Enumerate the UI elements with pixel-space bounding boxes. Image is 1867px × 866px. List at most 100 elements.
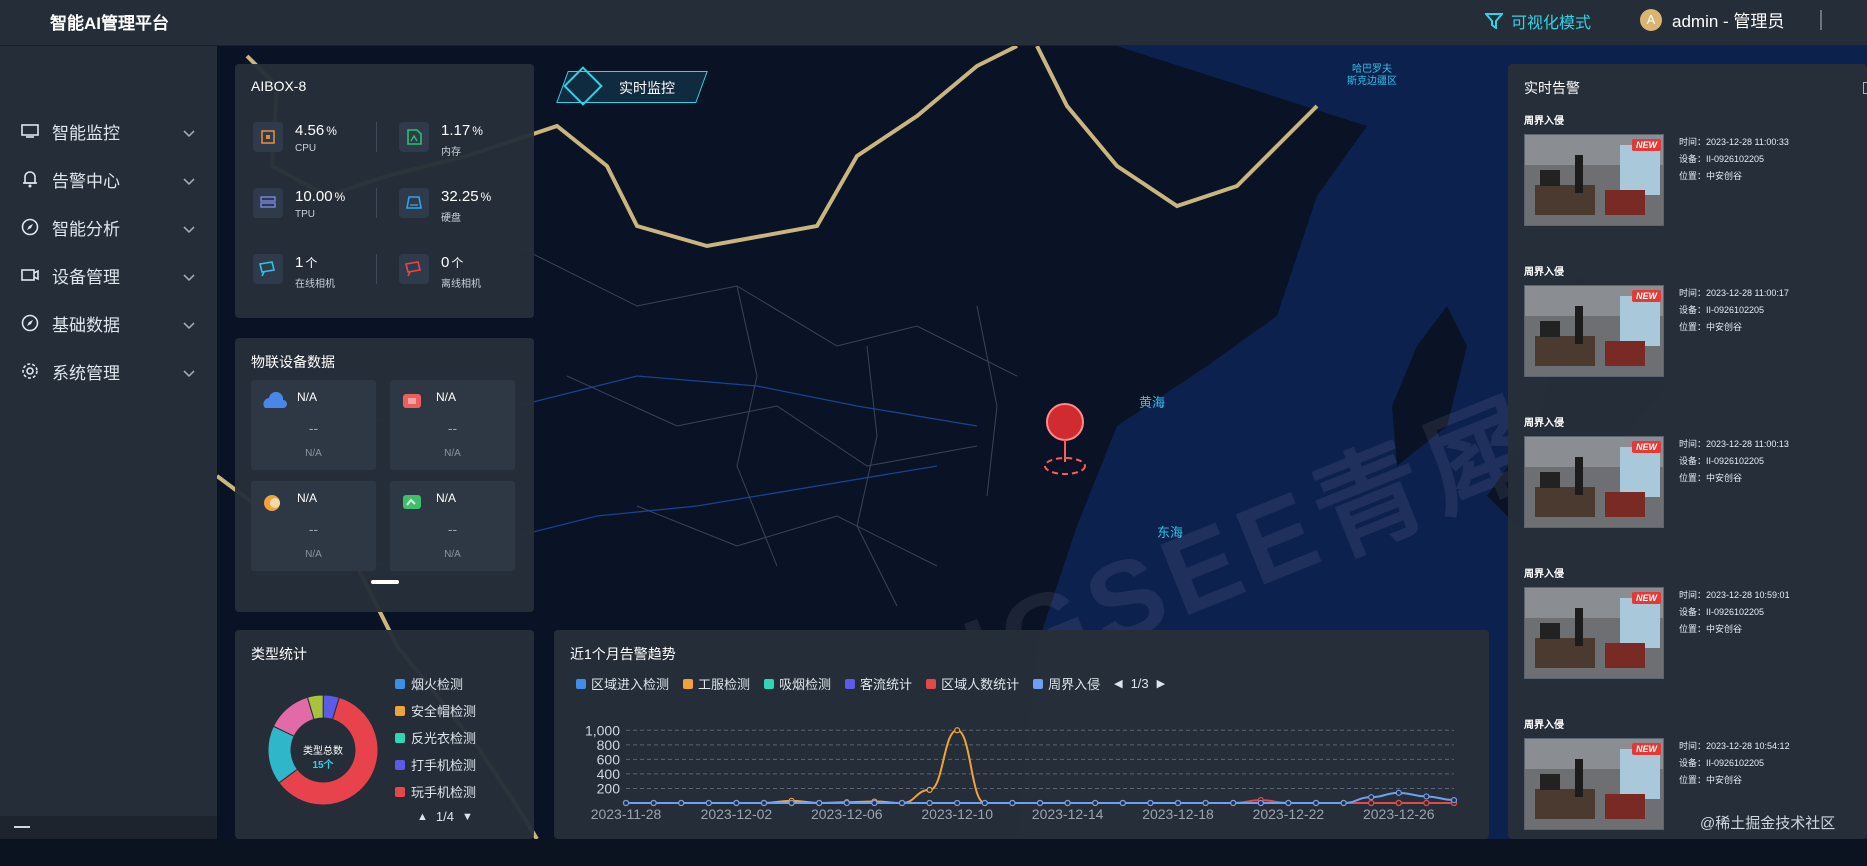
cpu-icon bbox=[253, 122, 283, 152]
alarm-panel: 实时告警 周界入侵 NEW 时间：2023-12-28 11:00:33 设备：II-… bbox=[1508, 64, 1867, 839]
legend-item[interactable]: 安全帽检测 bbox=[395, 701, 476, 720]
series-line[interactable] bbox=[625, 729, 1454, 805]
legend-label: 吸烟检测 bbox=[779, 677, 832, 692]
carousel-indicator[interactable] bbox=[371, 580, 399, 584]
legend-item[interactable]: 周界入侵 bbox=[1033, 674, 1100, 693]
alarm-snapshot[interactable]: NEW bbox=[1524, 285, 1664, 377]
alarm-device: 设备：II-0926102205 bbox=[1679, 607, 1765, 617]
user-menu[interactable]: A admin - 管理员 bbox=[1640, 7, 1784, 32]
data-point[interactable] bbox=[1395, 789, 1402, 796]
alarm-item[interactable]: 周界入侵 NEW 时间：2023-12-28 10:59:01 设备：II-09261… bbox=[1524, 565, 1844, 715]
data-point[interactable] bbox=[1450, 796, 1458, 804]
data-point[interactable] bbox=[1064, 799, 1071, 807]
next-page-icon[interactable]: ▶ bbox=[1157, 677, 1165, 690]
sidebar-item-basic-data[interactable]: 基础数据 bbox=[0, 301, 217, 345]
tpu-icon bbox=[253, 188, 283, 218]
alarm-item[interactable]: 周界入侵 NEW 时间：2023-12-28 11:00:13 设备：II-09261… bbox=[1524, 414, 1844, 564]
alarm-type: 周界入侵 bbox=[1524, 720, 1564, 731]
data-point[interactable] bbox=[954, 799, 961, 807]
stat-label: 离线相机 bbox=[441, 279, 481, 290]
data-point[interactable] bbox=[1368, 794, 1375, 801]
data-point[interactable] bbox=[760, 799, 768, 807]
iot-card[interactable]: N/A -- N/A bbox=[390, 481, 515, 571]
y-tick-label: 200 bbox=[597, 780, 621, 796]
iot-card-note: N/A bbox=[444, 448, 461, 459]
data-point[interactable] bbox=[1147, 799, 1154, 807]
alarm-snapshot[interactable]: NEW bbox=[1524, 134, 1664, 226]
legend-item[interactable]: 区域人数统计 bbox=[926, 674, 1019, 693]
data-point[interactable] bbox=[622, 799, 630, 807]
legend-item[interactable]: 反光衣检测 bbox=[395, 728, 476, 747]
legend-item[interactable]: 客流统计 bbox=[845, 674, 912, 693]
legend-item[interactable]: 玩手机检测 bbox=[395, 782, 476, 801]
data-point[interactable] bbox=[1312, 799, 1320, 807]
sidebar-item-devices[interactable]: 设备管理 bbox=[0, 253, 217, 297]
donut-center-label: 类型总数 bbox=[303, 746, 343, 757]
stat-unit: % bbox=[326, 124, 337, 138]
data-point[interactable] bbox=[1009, 799, 1016, 807]
device-title: AIBOX-8 bbox=[251, 78, 307, 94]
data-point[interactable] bbox=[1395, 799, 1402, 807]
alarm-snapshot[interactable]: NEW bbox=[1524, 587, 1664, 679]
new-badge: NEW bbox=[1632, 290, 1661, 302]
data-point[interactable] bbox=[1285, 799, 1292, 807]
legend-item[interactable]: 工服检测 bbox=[683, 674, 750, 693]
data-point[interactable] bbox=[1174, 799, 1182, 807]
data-point[interactable] bbox=[843, 799, 850, 807]
sidebar-item-system[interactable]: 系统管理 bbox=[0, 349, 217, 393]
iot-card[interactable]: N/A -- N/A bbox=[390, 380, 515, 470]
y-tick-label: 800 bbox=[597, 737, 621, 753]
data-point[interactable] bbox=[981, 799, 988, 807]
menu-collapse-icon[interactable] bbox=[14, 826, 30, 828]
stat-unit: % bbox=[472, 124, 483, 138]
data-point[interactable] bbox=[1368, 799, 1375, 807]
data-point[interactable] bbox=[926, 786, 933, 794]
alarm-snapshot[interactable]: NEW bbox=[1524, 436, 1664, 528]
legend-item[interactable]: 打手机检测 bbox=[395, 755, 476, 774]
visual-mode-button[interactable]: 可视化模式 bbox=[1485, 9, 1591, 33]
alarm-snapshot[interactable]: NEW bbox=[1524, 738, 1664, 830]
x-tick-label: 2023-12-14 bbox=[1032, 806, 1104, 822]
data-point[interactable] bbox=[705, 799, 712, 807]
legend-item[interactable]: 吸烟检测 bbox=[764, 674, 831, 693]
sidebar-item-monitor[interactable]: 智能监控 bbox=[0, 109, 217, 153]
legend-swatch bbox=[845, 678, 856, 689]
data-point[interactable] bbox=[788, 799, 795, 807]
data-point[interactable] bbox=[1230, 799, 1237, 807]
data-point[interactable] bbox=[733, 799, 740, 807]
legend-item[interactable]: 烟火检测 bbox=[395, 674, 463, 693]
arrow-down-icon[interactable]: ▼ bbox=[462, 811, 473, 823]
alarm-info: 时间：2023-12-28 10:59:01 设备：II-0926102205 位置… bbox=[1679, 587, 1790, 638]
expand-icon[interactable] bbox=[1863, 82, 1867, 94]
device-panel: AIBOX-8 4.56% CPU 1.17% 内存 10.00% TPU 32.25… bbox=[235, 64, 534, 318]
sidebar-item-alarm[interactable]: 告警中心 bbox=[0, 157, 217, 201]
alarm-item[interactable]: 周界入侵 NEW 时间：2023-12-28 11:00:17 设备：II-09261… bbox=[1524, 263, 1844, 413]
data-point[interactable] bbox=[1202, 799, 1209, 807]
data-point[interactable] bbox=[898, 799, 906, 807]
data-point[interactable] bbox=[650, 799, 657, 807]
iot-card[interactable]: N/A -- N/A bbox=[251, 380, 376, 470]
data-point[interactable] bbox=[1036, 799, 1044, 807]
iot-card[interactable]: N/A -- N/A bbox=[251, 481, 376, 571]
stat-unit: 个 bbox=[451, 256, 464, 270]
data-point[interactable] bbox=[1092, 799, 1099, 807]
data-point[interactable] bbox=[871, 799, 878, 807]
arrow-up-icon[interactable]: ▲ bbox=[417, 811, 428, 823]
prev-page-icon[interactable]: ◀ bbox=[1114, 677, 1122, 690]
legend-item[interactable]: 区域进入检测 bbox=[576, 674, 669, 693]
data-point[interactable] bbox=[1119, 799, 1126, 807]
data-point[interactable] bbox=[954, 727, 961, 734]
data-point[interactable] bbox=[926, 799, 933, 807]
data-point[interactable] bbox=[816, 799, 823, 807]
sidebar-item-analysis[interactable]: 智能分析 bbox=[0, 205, 217, 249]
alarm-item[interactable]: 周界入侵 NEW 时间：2023-12-28 10:54:12 设备：II-09261… bbox=[1524, 716, 1844, 866]
alarm-item[interactable]: 周界入侵 NEW 时间：2023-12-28 11:00:33 设备：II-09261… bbox=[1524, 112, 1844, 262]
data-point[interactable] bbox=[1340, 799, 1347, 807]
data-point[interactable] bbox=[1423, 793, 1430, 800]
alarm-location: 位置：中安创谷 bbox=[1679, 171, 1743, 181]
data-point[interactable] bbox=[1257, 799, 1264, 807]
data-point[interactable] bbox=[1423, 799, 1430, 807]
alarm-time: 时间：2023-12-28 11:00:13 bbox=[1679, 439, 1789, 449]
trend-title: 近1个月告警趋势 bbox=[570, 646, 676, 662]
data-point[interactable] bbox=[678, 799, 685, 807]
